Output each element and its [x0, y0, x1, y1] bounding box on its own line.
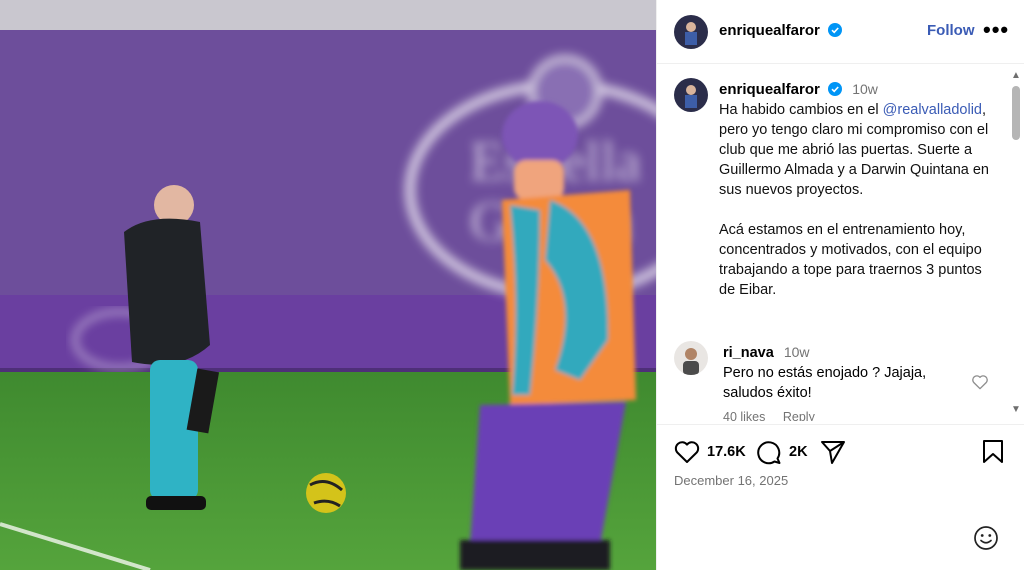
more-options-icon[interactable]: •••	[983, 17, 1009, 43]
avatar-image	[674, 78, 708, 112]
training-photo-illustration: Estrella Galicia	[0, 0, 656, 570]
caption-text-part1: Ha habido cambios en el	[719, 102, 883, 118]
likes-count[interactable]: 17.6K	[707, 444, 746, 460]
comment-likes-count[interactable]: 40 likes	[723, 410, 765, 421]
bookmark-icon	[983, 440, 1003, 463]
caption-timestamp[interactable]: 10w	[852, 81, 878, 97]
scroll-down-icon[interactable]: ▼	[1011, 404, 1021, 415]
comments-scroll-area[interactable]: enriquealfaror 10w Ha habido cambios en …	[657, 65, 1024, 421]
author-username[interactable]: enriquealfaror	[719, 22, 820, 39]
comment-text: Pero no estás enojado ? Jajaja, saludos …	[723, 365, 927, 401]
post-details-panel: enriquealfaror Follow ••• enriquealfaror	[656, 0, 1024, 570]
share-icon	[821, 441, 845, 464]
comment-icon	[757, 441, 781, 465]
comment-button[interactable]: 2K	[755, 439, 808, 465]
avatar-image	[674, 341, 708, 375]
instagram-post-view: Estrella Galicia	[0, 0, 1024, 570]
mention-link[interactable]: @realvalladolid	[883, 102, 982, 118]
caption-text: Ha habido cambios en el @realvalladolid,…	[719, 100, 997, 300]
scrollbar-thumb[interactable]	[1012, 86, 1020, 140]
caption-author-avatar[interactable]	[674, 78, 708, 112]
author-avatar[interactable]	[674, 15, 708, 49]
comment-reply-button[interactable]: Reply	[783, 410, 815, 421]
verified-badge-icon	[828, 82, 843, 96]
post-header: enriquealfaror Follow •••	[657, 0, 1024, 64]
share-button[interactable]	[819, 439, 847, 465]
post-date[interactable]: December 16, 2025	[674, 473, 788, 488]
scroll-up-icon[interactable]: ▲	[1011, 70, 1021, 81]
comments-count[interactable]: 2K	[789, 444, 808, 460]
post-photo[interactable]: Estrella Galicia	[0, 0, 656, 570]
comment-timestamp[interactable]: 10w	[784, 344, 810, 360]
like-button[interactable]: 17.6K	[673, 439, 746, 465]
comment-like-heart-icon[interactable]	[970, 372, 990, 392]
save-button[interactable]	[981, 439, 1005, 465]
commenter-username[interactable]: ri_nava	[723, 345, 774, 361]
commenter-avatar[interactable]	[674, 341, 708, 375]
verified-badge-icon	[828, 23, 843, 37]
scrollbar[interactable]: ▲ ▼	[1009, 70, 1021, 418]
post-actions-bar: 17.6K 2K	[657, 424, 1024, 474]
avatar-image	[674, 15, 708, 49]
caption-text-part2: , pero yo tengo claro mi compromiso con …	[719, 102, 989, 298]
emoji-icon[interactable]	[973, 525, 999, 551]
comment-meta: 40 likes Reply	[723, 410, 829, 421]
caption-username[interactable]: enriquealfaror	[719, 81, 820, 98]
follow-button[interactable]: Follow	[927, 22, 975, 39]
heart-icon	[674, 441, 700, 463]
